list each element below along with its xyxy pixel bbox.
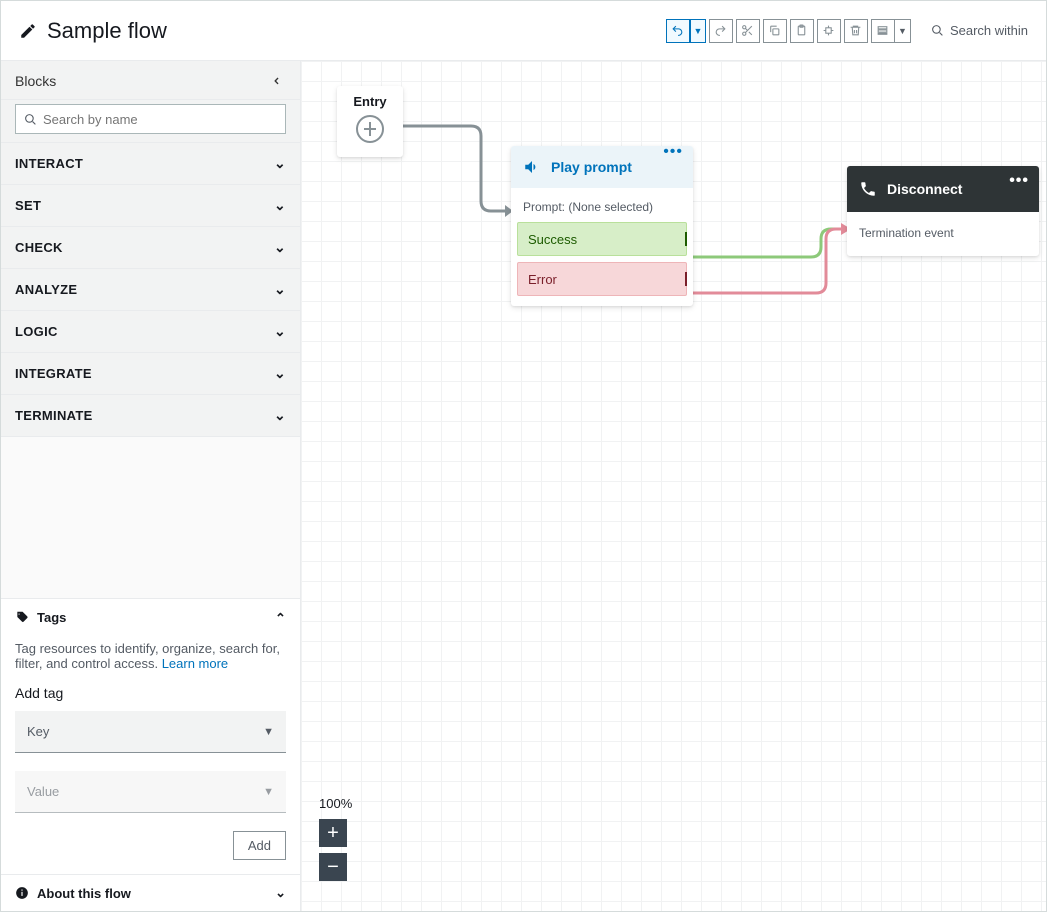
- category-set[interactable]: SET⌄: [1, 185, 300, 227]
- entry-label: Entry: [337, 94, 403, 109]
- redo-button[interactable]: [709, 19, 733, 43]
- chevron-down-icon: ⌄: [274, 197, 286, 214]
- sidebar-header: Blocks ⌄: [1, 61, 300, 100]
- info-icon: [15, 886, 29, 900]
- disconnect-icon: [859, 180, 877, 198]
- dropdown-caret-icon: ▼: [263, 786, 274, 798]
- chevron-down-icon: ⌄: [275, 885, 286, 901]
- success-port[interactable]: Success: [517, 222, 687, 256]
- zoom-out-button[interactable]: −: [319, 853, 347, 881]
- paste-button[interactable]: [790, 19, 814, 43]
- play-prompt-body: Prompt: (None selected): [511, 188, 693, 222]
- chevron-down-icon: ⌄: [274, 407, 286, 424]
- search-icon: [24, 113, 37, 126]
- category-terminate[interactable]: TERMINATE⌄: [1, 395, 300, 437]
- category-analyze[interactable]: ANALYZE⌄: [1, 269, 300, 311]
- chevron-down-icon: ⌄: [274, 365, 286, 382]
- add-tag-button[interactable]: Add: [233, 831, 286, 860]
- error-port[interactable]: Error: [517, 262, 687, 296]
- toolbar: ▼ ▼: [666, 19, 911, 43]
- sidebar: Blocks ⌄ INTERACT⌄ SET⌄ CHECK⌄ ANALYZE⌄ …: [1, 61, 301, 911]
- add-tag-label: Add tag: [15, 685, 286, 701]
- sidebar-title: Blocks: [15, 73, 56, 89]
- play-prompt-title: Play prompt: [551, 159, 632, 175]
- copy-button[interactable]: [763, 19, 787, 43]
- category-integrate[interactable]: INTEGRATE⌄: [1, 353, 300, 395]
- search-input[interactable]: [43, 112, 277, 127]
- search-icon: [931, 24, 944, 37]
- tags-title: Tags: [37, 610, 66, 625]
- search-within[interactable]: Search within: [931, 23, 1028, 38]
- value-placeholder: Value: [27, 784, 59, 799]
- page-title: Sample flow: [19, 18, 167, 44]
- sidebar-search[interactable]: [15, 104, 286, 134]
- delete-button[interactable]: [844, 19, 868, 43]
- search-within-label: Search within: [950, 23, 1028, 38]
- disconnect-body: Termination event: [847, 212, 1039, 256]
- snap-button[interactable]: [817, 19, 841, 43]
- node-menu-icon[interactable]: •••: [663, 143, 683, 161]
- pencil-icon: [19, 22, 37, 40]
- zoom-controls: 100% + −: [319, 796, 352, 881]
- tag-icon: [15, 610, 29, 624]
- arrange-button[interactable]: [871, 19, 895, 43]
- key-placeholder: Key: [27, 724, 49, 739]
- disconnect-title: Disconnect: [887, 181, 962, 197]
- chevron-down-icon: ⌄: [274, 239, 286, 256]
- tags-panel-header[interactable]: Tags ⌄: [1, 599, 300, 635]
- chevron-down-icon: ⌄: [274, 281, 286, 298]
- undo-button[interactable]: [666, 19, 690, 43]
- flow-title[interactable]: Sample flow: [47, 18, 167, 44]
- category-logic[interactable]: LOGIC⌄: [1, 311, 300, 353]
- node-menu-icon[interactable]: •••: [1009, 172, 1029, 190]
- about-title: About this flow: [37, 886, 131, 901]
- chevron-down-icon: ⌄: [274, 155, 286, 172]
- entry-port[interactable]: [356, 115, 384, 143]
- tag-value-select[interactable]: Value ▼: [15, 771, 286, 813]
- undo-dropdown[interactable]: ▼: [690, 19, 706, 43]
- tags-panel: Tags ⌄ Tag resources to identify, organi…: [1, 598, 300, 874]
- speaker-icon: [523, 158, 541, 176]
- collapse-sidebar-icon[interactable]: ⌄: [269, 74, 289, 87]
- entry-node[interactable]: Entry: [337, 86, 403, 157]
- play-prompt-node[interactable]: ••• Play prompt Prompt: (None selected) …: [511, 146, 693, 306]
- tags-description: Tag resources to identify, organize, sea…: [15, 641, 280, 671]
- dropdown-caret-icon: ▼: [263, 726, 274, 738]
- header: Sample flow ▼ ▼ Search within: [1, 1, 1046, 61]
- category-check[interactable]: CHECK⌄: [1, 227, 300, 269]
- arrange-dropdown[interactable]: ▼: [895, 19, 911, 43]
- zoom-in-button[interactable]: +: [319, 819, 347, 847]
- zoom-label: 100%: [319, 796, 352, 811]
- canvas[interactable]: Entry ••• Play prompt Prompt: (None sele…: [301, 61, 1046, 911]
- chevron-up-icon: ⌄: [275, 609, 286, 625]
- about-panel-header[interactable]: About this flow ⌄: [1, 874, 300, 911]
- disconnect-node[interactable]: Disconnect ••• Termination event: [847, 166, 1039, 256]
- tag-key-select[interactable]: Key ▼: [15, 711, 286, 753]
- cut-button[interactable]: [736, 19, 760, 43]
- learn-more-link[interactable]: Learn more: [162, 656, 228, 671]
- category-interact[interactable]: INTERACT⌄: [1, 143, 300, 185]
- chevron-down-icon: ⌄: [274, 323, 286, 340]
